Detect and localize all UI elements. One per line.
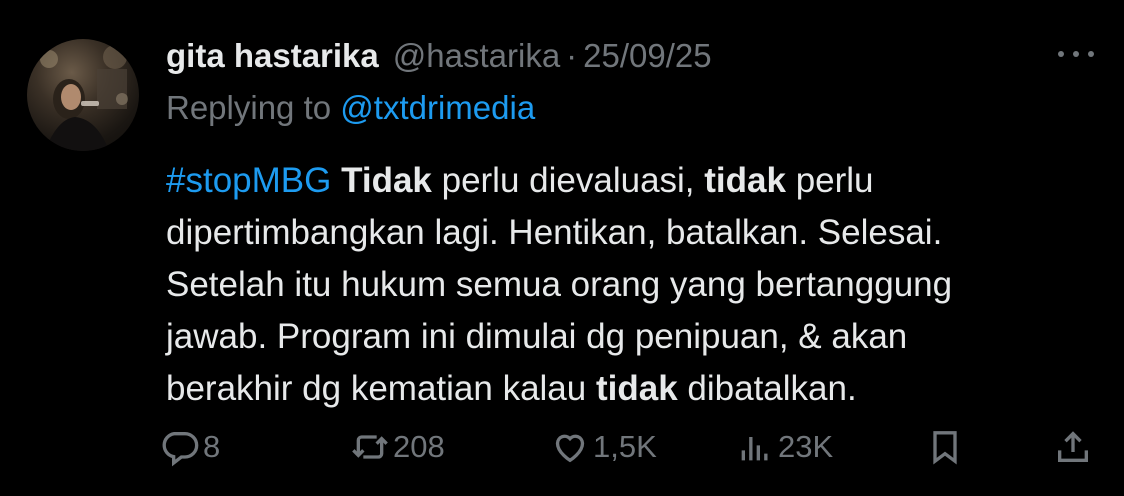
- tweet-line-5: berakhir dg kematian kalau tidak dibatal…: [166, 369, 857, 408]
- author-name[interactable]: gita hastarika: [166, 36, 379, 76]
- replying-to-handle[interactable]: @txtdrimedia: [340, 89, 535, 126]
- tweet-header: gita hastarika @hastarika · 25/09/25: [166, 36, 712, 76]
- header-separator: ·: [566, 37, 578, 74]
- tweet-line-2: dipertimbangkan lagi. Hentikan, batalkan…: [166, 213, 943, 252]
- tweet[interactable]: gita hastarika @hastarika · 25/09/25 Rep…: [0, 0, 1124, 496]
- reply-button[interactable]: 8: [160, 422, 220, 472]
- repost-count: 208: [393, 429, 445, 464]
- hashtag-link[interactable]: #stopMBG: [166, 161, 331, 200]
- like-count: 1,5K: [593, 429, 657, 464]
- views-count: 23K: [778, 429, 834, 464]
- tweet-date[interactable]: 25/09/25: [583, 36, 711, 76]
- replying-to-label: Replying to: [166, 89, 332, 126]
- views-icon: [741, 437, 768, 461]
- more-options-button[interactable]: [1058, 40, 1094, 68]
- action-bar: 8 208 1,5K 23K: [160, 422, 1095, 472]
- share-icon: [1058, 431, 1088, 462]
- reply-count: 8: [203, 429, 221, 464]
- avatar[interactable]: [27, 39, 139, 151]
- tweet-line-1: #stopMBG Tidak perlu dievaluasi, tidak p…: [166, 161, 874, 200]
- bookmark-icon: [933, 431, 957, 465]
- replying-to: Replying to @txtdrimedia: [166, 88, 535, 128]
- tweet-text: #stopMBG Tidak perlu dievaluasi, tidak p…: [166, 155, 1086, 415]
- like-button[interactable]: 1,5K: [550, 422, 657, 472]
- bold-word: Tidak: [341, 161, 432, 200]
- repost-icon: [352, 435, 388, 459]
- views-button[interactable]: 23K: [735, 422, 833, 472]
- tweet-line-3: Setelah itu hukum semua orang yang berta…: [166, 265, 953, 304]
- share-button[interactable]: [1053, 422, 1093, 472]
- more-dots-icon: [1058, 51, 1064, 57]
- tweet-line-4: jawab. Program ini dimulai dg penipuan, …: [166, 317, 908, 356]
- author-handle[interactable]: @hastarika: [393, 36, 560, 76]
- heart-icon: [555, 434, 585, 463]
- reply-icon: [162, 432, 199, 467]
- bookmark-button[interactable]: [925, 422, 965, 472]
- bold-word: tidak: [595, 369, 678, 408]
- bold-word: tidak: [704, 161, 786, 200]
- repost-button[interactable]: 208: [350, 422, 445, 472]
